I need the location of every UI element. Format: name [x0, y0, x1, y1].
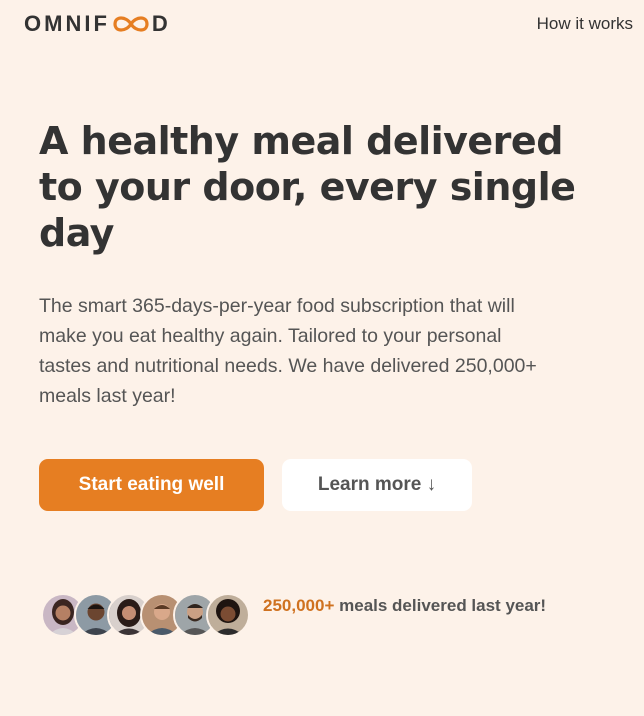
infinity-icon	[113, 16, 149, 32]
logo-text-suffix: D	[151, 11, 171, 36]
logo[interactable]: OMNIF D	[24, 9, 171, 39]
customer-avatars	[41, 593, 250, 637]
meals-delivered-text: 250,000+ meals delivered last year!	[263, 596, 553, 615]
nav-how-it-works[interactable]: How it works	[537, 14, 633, 34]
logo-text-prefix: OMNIF	[24, 11, 110, 36]
hero-title: A healthy meal delivered to your door, e…	[39, 119, 576, 255]
meals-count: 250,000+	[263, 596, 335, 615]
hero-description: The smart 365-days-per-year food subscri…	[39, 295, 537, 407]
start-eating-well-button[interactable]: Start eating well	[39, 459, 264, 511]
meals-label: meals delivered last year!	[339, 596, 547, 615]
avatar	[206, 593, 250, 637]
learn-more-button[interactable]: Learn more ↓	[282, 459, 472, 511]
